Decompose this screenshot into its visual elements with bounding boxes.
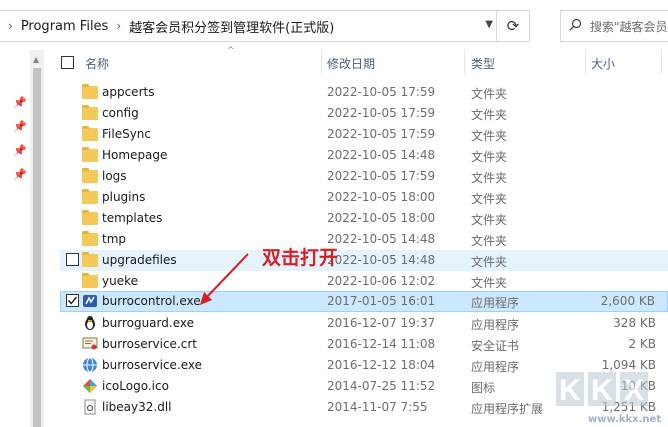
list-item[interactable]: templates 2022-10-05 18:00 文件夹 xyxy=(60,208,668,229)
svg-text:K: K xyxy=(591,374,613,407)
pin-icon[interactable]: 📌 xyxy=(13,144,27,157)
column-date[interactable]: 修改日期 xyxy=(327,55,375,72)
search-placeholder: 搜索"越客会员 xyxy=(590,19,668,34)
list-item[interactable]: plugins 2022-10-05 18:00 文件夹 xyxy=(60,187,668,208)
column-size[interactable]: 大小 xyxy=(591,55,615,72)
folder-icon xyxy=(82,105,98,121)
address-bar-area: › Program Files › 越客会员积分签到管理软件(正式版) ▼ ⟳ … xyxy=(0,0,668,50)
column-divider[interactable] xyxy=(585,50,586,74)
list-item[interactable]: config 2022-10-05 17:59 文件夹 xyxy=(60,103,668,124)
globe-icon xyxy=(82,357,98,373)
breadcrumb-current-folder[interactable]: 越客会员积分签到管理软件(正式版) xyxy=(129,17,334,36)
row-checkbox[interactable] xyxy=(66,253,79,266)
list-item[interactable]: tmp 2022-10-05 14:48 文件夹 xyxy=(60,229,668,250)
list-item[interactable]: appcerts 2022-10-05 17:59 文件夹 xyxy=(60,82,668,103)
watermark-text: www.kkx.net xyxy=(588,414,662,425)
sort-caret-icon: ^ xyxy=(227,46,235,56)
list-item[interactable]: logs 2022-10-05 17:59 文件夹 xyxy=(60,166,668,187)
annotation-label: 双击打开 xyxy=(262,247,339,269)
folder-icon xyxy=(82,273,98,289)
history-dropdown-icon[interactable]: ▼ xyxy=(485,19,493,30)
select-all-checkbox[interactable] xyxy=(61,56,74,69)
address-bar[interactable]: › Program Files › 越客会员积分签到管理软件(正式版) ▼ ⟳ xyxy=(0,10,530,42)
scrollbar-thumb[interactable] xyxy=(33,68,41,427)
breadcrumb-separator-icon: › xyxy=(116,19,122,33)
dll-icon xyxy=(82,399,98,415)
column-divider[interactable] xyxy=(661,50,662,74)
list-item[interactable]: burroservice.crt 2016-12-14 11:08 安全证书 2… xyxy=(60,334,668,355)
certificate-icon xyxy=(82,336,98,352)
breadcrumb-program-files[interactable]: Program Files xyxy=(21,19,109,34)
search-box[interactable]: 搜索"越客会员 xyxy=(560,10,668,42)
pin-icon[interactable]: 📌 xyxy=(13,96,27,109)
row-checkbox-checked[interactable] xyxy=(66,294,79,307)
list-item-selected[interactable]: burrocontrol.exe 2017-01-05 16:01 应用程序 2… xyxy=(60,291,668,312)
pin-icon[interactable]: 📌 xyxy=(13,120,27,133)
column-name[interactable]: 名称 xyxy=(85,55,109,72)
list-item[interactable]: yueke 2022-10-06 12:02 文件夹 xyxy=(60,271,668,292)
navigation-pane[interactable]: 📌 📌 📌 📌 xyxy=(0,50,30,427)
list-item[interactable]: burroguard.exe 2016-12-07 19:37 应用程序 328… xyxy=(60,313,668,334)
column-type[interactable]: 类型 xyxy=(471,55,495,72)
diamond-icon xyxy=(82,378,98,394)
breadcrumb-separator-icon: › xyxy=(8,19,13,33)
folder-icon xyxy=(82,147,98,163)
svg-text:K: K xyxy=(559,374,581,407)
navigation-scrollbar[interactable]: ▲ xyxy=(30,50,44,427)
folder-icon xyxy=(82,189,98,205)
folder-icon xyxy=(82,231,98,247)
list-item[interactable]: FileSync 2022-10-05 17:59 文件夹 xyxy=(60,124,668,145)
column-divider[interactable] xyxy=(464,50,465,74)
list-item[interactable]: upgradefiles 2022-10-05 14:48 文件夹 xyxy=(60,250,668,271)
folder-icon xyxy=(82,126,98,142)
folder-icon xyxy=(82,168,98,184)
search-icon xyxy=(569,18,582,34)
column-header: ^ 名称 修改日期 类型 大小 xyxy=(45,46,668,76)
penguin-icon xyxy=(82,315,98,331)
exe-icon xyxy=(82,293,98,309)
annotation-arrow-icon xyxy=(200,253,249,305)
folder-icon xyxy=(82,252,98,268)
folder-icon xyxy=(82,210,98,226)
svg-text:X: X xyxy=(624,374,644,407)
column-divider[interactable] xyxy=(321,50,322,74)
refresh-icon[interactable]: ⟳ xyxy=(496,11,529,41)
list-item[interactable]: Homepage 2022-10-05 14:48 文件夹 xyxy=(60,145,668,166)
folder-icon xyxy=(82,84,98,100)
pin-icon[interactable]: 📌 xyxy=(13,168,27,181)
scroll-up-icon[interactable]: ▲ xyxy=(33,55,39,64)
